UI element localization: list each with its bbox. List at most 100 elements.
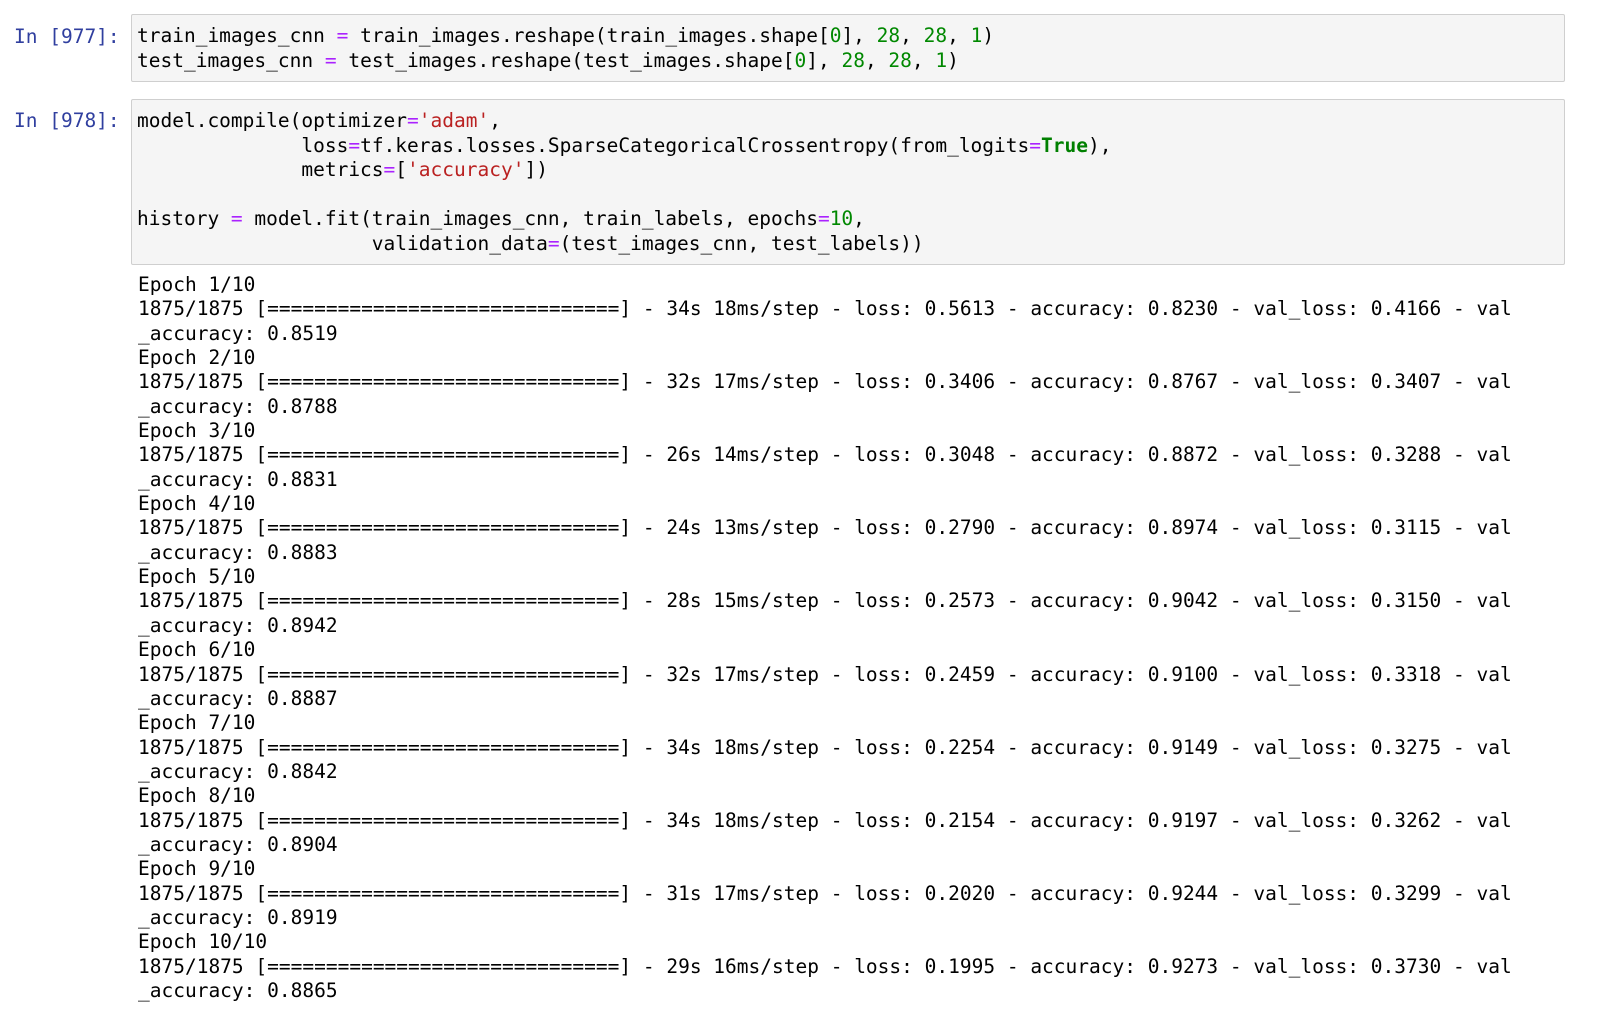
code-token: 1 xyxy=(935,48,948,72)
code-token: = xyxy=(348,133,361,157)
epoch-time: 34s 18ms/step xyxy=(666,735,819,759)
code-token: 0 xyxy=(829,24,842,47)
epoch-header: Epoch 6/10 xyxy=(138,638,1512,662)
val-accuracy-value: 0.8887 xyxy=(267,686,338,710)
code-token: 0 xyxy=(794,48,807,72)
accuracy-value: 0.9244 xyxy=(1147,881,1219,905)
val-accuracy-value: 0.8919 xyxy=(267,905,338,929)
epoch-time: 29s 16ms/step xyxy=(666,954,819,978)
epoch-header: Epoch 7/10 xyxy=(138,711,1512,735)
val-loss-value: 0.3150 xyxy=(1370,589,1442,613)
epoch-label: Epoch 8/10 xyxy=(138,784,256,808)
epoch-label: Epoch 10/10 xyxy=(138,930,268,954)
code-token: model.compile(optimizer xyxy=(137,109,408,132)
loss-value: 0.2790 xyxy=(924,516,996,540)
epoch-val-accuracy-line: _accuracy: 0.8904 xyxy=(138,832,338,856)
code-block[interactable]: train_images_cnn = train_images.reshape(… xyxy=(137,24,994,73)
progress-bar: [==============================] xyxy=(255,370,632,394)
epoch-val-accuracy-line: _accuracy: 0.8865 xyxy=(138,978,338,1002)
code-token: 28 xyxy=(876,24,901,47)
code-token: , xyxy=(900,24,924,47)
accuracy-value: 0.9100 xyxy=(1147,662,1219,686)
epoch-progress-line: 1875/1875 [=============================… xyxy=(138,297,1512,321)
epoch-progress-line: 1875/1875 [=============================… xyxy=(138,589,1512,613)
epoch-time: 31s 17ms/step xyxy=(666,881,819,905)
code-token: = xyxy=(407,109,419,132)
code-token: loss xyxy=(137,133,349,157)
code-token: , xyxy=(911,48,936,72)
loss-value: 0.2573 xyxy=(924,589,996,613)
val-loss-value: 0.3318 xyxy=(1370,662,1442,686)
code-token: ) xyxy=(947,48,959,72)
step-count: 1875/1875 xyxy=(138,297,244,321)
code-token: = xyxy=(383,158,396,181)
epoch-time: 32s 17ms/step xyxy=(666,370,819,394)
epoch-val-accuracy-line: _accuracy: 0.8842 xyxy=(138,759,338,783)
code-token: 1 xyxy=(970,24,983,47)
epoch-label: Epoch 7/10 xyxy=(138,711,256,735)
epoch-val-accuracy-line: _accuracy: 0.8788 xyxy=(138,394,338,418)
epoch-val-accuracy-line: _accuracy: 0.8942 xyxy=(138,613,338,637)
step-count: 1875/1875 xyxy=(138,954,244,978)
code-token: True xyxy=(1041,133,1088,157)
epoch-header: Epoch 10/10 xyxy=(138,930,1512,954)
step-count: 1875/1875 xyxy=(138,662,244,686)
code-token: , xyxy=(489,109,501,132)
val-accuracy-value: 0.8519 xyxy=(267,321,338,345)
step-count: 1875/1875 xyxy=(138,370,244,394)
code-token: 'accuracy' xyxy=(407,158,525,181)
val-accuracy-value: 0.8842 xyxy=(267,759,338,783)
epoch-header: Epoch 5/10 xyxy=(138,565,1512,589)
code-input-area[interactable]: model.compile(optimizer='adam', loss=tf.… xyxy=(131,99,1565,265)
epoch-label: Epoch 4/10 xyxy=(138,492,256,516)
accuracy-value: 0.9273 xyxy=(1147,954,1219,978)
code-token: , xyxy=(864,48,889,72)
code-block[interactable]: model.compile(optimizer='adam', loss=tf.… xyxy=(137,109,1111,256)
val-loss-value: 0.4166 xyxy=(1370,297,1442,321)
code-token: = xyxy=(817,207,830,230)
epoch-label: Epoch 3/10 xyxy=(138,419,256,443)
epoch-progress-line: 1875/1875 [=============================… xyxy=(138,516,1512,540)
progress-bar: [==============================] xyxy=(255,662,632,686)
progress-bar: [==============================] xyxy=(255,443,632,467)
epoch-header: Epoch 2/10 xyxy=(138,346,1512,370)
accuracy-value: 0.8872 xyxy=(1147,443,1219,467)
code-token: test_images_cnn xyxy=(137,48,325,72)
code-token: history xyxy=(137,207,231,230)
notebook-cell-978: In [978]: model.compile(optimizer='adam'… xyxy=(0,99,1600,269)
epoch-time: 24s 13ms/step xyxy=(666,516,819,540)
code-token: 28 xyxy=(841,48,865,72)
epoch-progress-line: 1875/1875 [=============================… xyxy=(138,662,1512,686)
val-accuracy-value: 0.8942 xyxy=(267,613,338,637)
code-token: metrics xyxy=(137,158,384,181)
code-token: 10 xyxy=(829,207,854,230)
epoch-time: 32s 17ms/step xyxy=(666,662,819,686)
epoch-progress-line: 1875/1875 [=============================… xyxy=(138,954,1512,978)
progress-bar: [==============================] xyxy=(255,808,632,832)
epoch-header: Epoch 9/10 xyxy=(138,857,1512,881)
accuracy-value: 0.8767 xyxy=(1147,370,1219,394)
code-token: = xyxy=(336,24,349,47)
epoch-header: Epoch 3/10 xyxy=(138,419,1512,443)
code-token: = xyxy=(1029,133,1042,157)
loss-value: 0.2254 xyxy=(924,735,996,759)
epoch-header: Epoch 4/10 xyxy=(138,492,1512,516)
loss-value: 0.2154 xyxy=(924,808,996,832)
epoch-time: 26s 14ms/step xyxy=(666,443,819,467)
code-token: validation_data xyxy=(137,231,548,255)
code-token: ), xyxy=(1087,133,1112,157)
step-count: 1875/1875 xyxy=(138,735,244,759)
code-token: model.fit(train_images_cnn, train_labels… xyxy=(242,207,818,230)
val-accuracy-value: 0.8904 xyxy=(267,832,338,856)
code-token: test_images.reshape(test_images.shape[ xyxy=(336,48,795,72)
epoch-time: 34s 18ms/step xyxy=(666,297,819,321)
accuracy-value: 0.9197 xyxy=(1147,808,1219,832)
val-loss-value: 0.3407 xyxy=(1370,370,1442,394)
accuracy-value: 0.8230 xyxy=(1147,297,1219,321)
code-input-area[interactable]: train_images_cnn = train_images.reshape(… xyxy=(131,14,1565,82)
loss-value: 0.1995 xyxy=(924,954,996,978)
accuracy-value: 0.8974 xyxy=(1147,516,1219,540)
val-loss-value: 0.3299 xyxy=(1370,881,1442,905)
val-accuracy-value: 0.8831 xyxy=(267,467,338,491)
code-token: ) xyxy=(982,24,995,47)
